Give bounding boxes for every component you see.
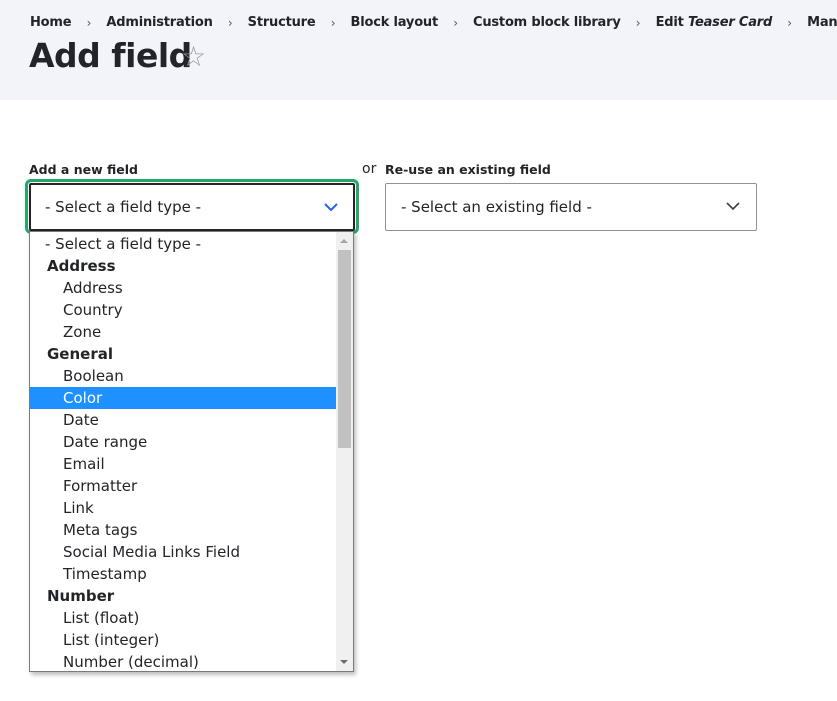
field-type-dropdown-list[interactable]: - Select a field type - Address Address Cou… bbox=[29, 231, 354, 672]
option-group-label: General bbox=[47, 345, 113, 363]
breadcrumb-administration[interactable]: Administration bbox=[106, 15, 212, 30]
option-item[interactable]: Color bbox=[30, 387, 337, 409]
breadcrumb-separator-icon: › bbox=[86, 15, 92, 30]
breadcrumb-structure[interactable]: Structure bbox=[248, 15, 316, 30]
breadcrumb-custom-block-library[interactable]: Custom block library bbox=[473, 15, 621, 30]
chevron-down-icon bbox=[324, 203, 338, 212]
breadcrumb-separator-icon: › bbox=[453, 15, 458, 30]
option-item[interactable]: Country bbox=[30, 299, 337, 321]
breadcrumb-separator-icon: › bbox=[330, 15, 336, 30]
breadcrumb-edit-prefix: Edit bbox=[655, 15, 688, 30]
breadcrumb-manage-fields[interactable]: Manage fields bbox=[807, 15, 837, 30]
existing-field-label: Re-use an existing field bbox=[385, 162, 551, 177]
breadcrumb-edit-entity: Teaser Card bbox=[688, 15, 773, 30]
field-type-select-value: - Select a field type - bbox=[45, 198, 202, 216]
page-header: Home › Administration › Structure › Bloc… bbox=[0, 0, 837, 100]
existing-field-select-value: - Select an existing field - bbox=[401, 198, 592, 216]
option-item[interactable]: Address bbox=[30, 277, 337, 299]
option-item[interactable]: Boolean bbox=[30, 365, 337, 387]
option-item[interactable]: Formatter bbox=[30, 475, 337, 497]
option-item[interactable]: Date range bbox=[30, 431, 337, 453]
or-text: or bbox=[362, 161, 377, 177]
breadcrumb-block-layout[interactable]: Block layout bbox=[351, 15, 439, 30]
breadcrumb-separator-icon: › bbox=[635, 15, 641, 30]
scroll-up-arrow-icon[interactable] bbox=[336, 232, 353, 249]
option-item[interactable]: Meta tags bbox=[30, 519, 337, 541]
dropdown-scrollbar[interactable] bbox=[336, 232, 353, 671]
breadcrumb-edit-teaser-card[interactable]: Edit Teaser Card bbox=[656, 15, 773, 30]
option-item[interactable]: Email bbox=[30, 453, 337, 475]
star-icon[interactable]: ☆ bbox=[181, 43, 206, 71]
option-item[interactable]: Date bbox=[30, 409, 337, 431]
scrollbar-thumb[interactable] bbox=[338, 250, 351, 448]
new-field-label: Add a new field bbox=[29, 162, 138, 177]
breadcrumb-separator-icon: › bbox=[227, 15, 233, 30]
option-item[interactable]: Social Media Links Field bbox=[30, 541, 337, 563]
breadcrumb-separator-icon: › bbox=[787, 15, 792, 30]
field-type-select[interactable]: - Select a field type - bbox=[29, 183, 355, 231]
breadcrumb: Home › Administration › Structure › Bloc… bbox=[30, 15, 837, 30]
breadcrumb-home[interactable]: Home bbox=[30, 15, 72, 30]
existing-field-select[interactable]: - Select an existing field - bbox=[385, 183, 757, 231]
option-group-label: Number bbox=[47, 587, 115, 605]
option-group-label: Address bbox=[47, 257, 116, 275]
option-placeholder[interactable]: - Select a field type - bbox=[30, 233, 337, 255]
option-item[interactable]: List (integer) bbox=[30, 629, 337, 651]
scroll-down-arrow-icon[interactable] bbox=[336, 654, 353, 671]
option-item[interactable]: List (float) bbox=[30, 607, 337, 629]
option-item[interactable]: Timestamp bbox=[30, 563, 337, 585]
chevron-down-icon bbox=[726, 202, 740, 211]
page-title: Add field bbox=[29, 36, 192, 75]
option-item[interactable]: Link bbox=[30, 497, 337, 519]
option-item[interactable]: Zone bbox=[30, 321, 337, 343]
option-item[interactable]: Number (decimal) bbox=[30, 651, 337, 671]
